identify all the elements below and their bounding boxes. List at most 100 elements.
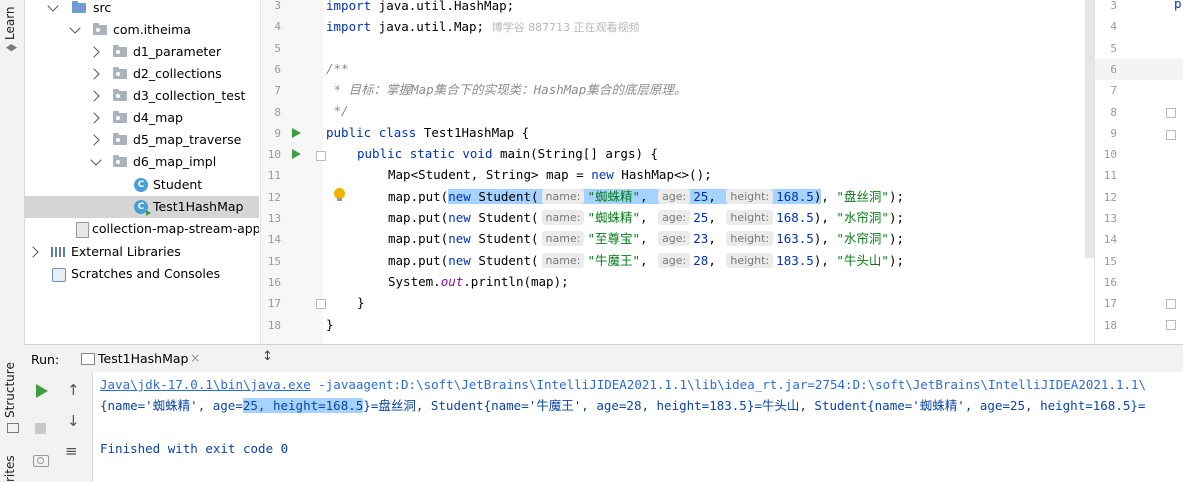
line-number: 12 [1103, 190, 1117, 204]
line-number: 6 [274, 62, 281, 76]
tree-item-com-itheima[interactable]: com.itheima [25, 19, 259, 41]
line-number: 11 [267, 169, 281, 183]
line-number: 12 [267, 190, 281, 204]
line-number: 4 [1110, 20, 1117, 34]
package-icon [113, 111, 127, 123]
scroll-down-icon[interactable]: ↓ [67, 412, 80, 430]
chevron-right-icon[interactable] [88, 68, 100, 80]
tree-item-d5-map-traverse[interactable]: d5_map_traverse [25, 129, 259, 151]
tree-item-label: d4_map [133, 110, 183, 125]
chevron-right-icon[interactable] [88, 90, 100, 102]
code-line-18: } [326, 317, 334, 332]
package-icon [93, 23, 107, 35]
fold-icon[interactable] [1166, 108, 1176, 118]
tree-item-label: d5_map_traverse [133, 132, 242, 147]
fold-icon[interactable] [1166, 320, 1176, 330]
line-number: 11 [1103, 169, 1117, 183]
code-editor[interactable]: import java.util.HashMap; import java.ut… [322, 0, 1094, 344]
line-number: 16 [267, 275, 281, 289]
left-tool-strip: Learn Structure rites [0, 0, 25, 482]
structure-tab[interactable]: Structure [3, 362, 17, 418]
tree-item-d4-map[interactable]: d4_map [25, 107, 259, 129]
code-line-9: public class Test1HashMap { [326, 125, 530, 140]
line-number: 18 [1103, 318, 1117, 332]
chevron-right-icon[interactable] [88, 46, 100, 58]
line-number: 15 [1103, 254, 1117, 268]
package-icon [113, 89, 127, 101]
line-number: 9 [1110, 126, 1117, 140]
chevron-down-icon[interactable] [47, 0, 59, 12]
line-number: 7 [1110, 84, 1117, 98]
chevron-down-icon[interactable] [90, 154, 102, 166]
run-toolbar-right: ↑ ↓ ≡ [58, 372, 93, 482]
chevron-down-icon[interactable] [69, 22, 81, 34]
learn-tab[interactable]: Learn [3, 6, 17, 40]
tree-item-d2-collections[interactable]: d2_collections [25, 63, 259, 85]
tree-item-student[interactable]: C Student [25, 174, 259, 196]
split-editor-pane[interactable]: 3 4 5 6 7 8 9 10 11 12 13 14 15 16 17 18 p [1094, 0, 1183, 344]
line-number: 14 [267, 233, 281, 247]
tree-item-d1-parameter[interactable]: d1_parameter [25, 41, 259, 63]
tree-item-label: com.itheima [113, 22, 191, 37]
line-number: 8 [274, 105, 281, 119]
run-console[interactable]: Java\jdk-17.0.1\bin\java.exe -javaagent:… [93, 372, 1183, 482]
rerun-button[interactable] [36, 384, 48, 398]
fold-icon[interactable] [1166, 130, 1176, 140]
soft-wrap-icon[interactable]: ≡ [65, 442, 78, 460]
tree-item-external-libraries[interactable]: External Libraries [25, 241, 259, 263]
resize-cursor-icon: ↕ [262, 349, 273, 364]
watermark: 博学谷 887713 正在观看视频 [491, 21, 640, 34]
run-toolwindow-header: Run: Test1HashMap × ↕ [24, 344, 1183, 376]
code-line-10: public static void main(String[] args) { [357, 146, 659, 161]
line-number: 10 [267, 148, 281, 162]
favorites-tab[interactable]: rites [3, 455, 17, 482]
scroll-up-icon[interactable]: ↑ [67, 381, 80, 399]
learn-icon [6, 44, 17, 52]
tab-label: Test1HashMap [98, 351, 189, 366]
chevron-right-icon[interactable] [88, 112, 100, 124]
jdk-path-link[interactable]: Java\jdk-17.0.1\bin\java.exe [100, 377, 311, 392]
run-class-icon[interactable] [292, 128, 301, 138]
line-number: 16 [1103, 275, 1117, 289]
project-tree: src com.itheima d1_parameter d2_collecti… [25, 0, 259, 344]
run-label: Run: [31, 352, 60, 367]
scratches-icon [52, 268, 66, 282]
console-line-output: {name='蜘蛛精', age=25, height=168.5}=盘丝洞, … [100, 398, 1146, 413]
tree-item-src[interactable]: src [25, 0, 259, 19]
source-folder-icon [72, 1, 86, 13]
structure-icon [7, 423, 19, 433]
library-icon [51, 247, 65, 257]
line-number: 17 [1103, 297, 1117, 311]
file-icon [76, 222, 89, 238]
code-line-6: /** [326, 61, 349, 76]
console-line-exit: Finished with exit code 0 [100, 441, 289, 456]
tree-item-label: collection-map-stream-app.i [92, 221, 259, 236]
screenshot-icon[interactable] [33, 455, 49, 467]
code-line-7: * 目标：掌握Map集合下的实现类：HashMap集合的底层原理。 [326, 82, 687, 97]
run-main-icon[interactable] [292, 149, 301, 159]
line-number: 8 [1110, 105, 1117, 119]
chevron-right-icon[interactable] [88, 134, 100, 146]
line-number: 5 [274, 41, 281, 55]
tree-item-d6-map-impl[interactable]: d6_map_impl [25, 151, 259, 173]
editor-scrollbar[interactable] [1085, 0, 1094, 258]
code-line-4: import java.util.Map; 博学谷 887713 正在观看视频 [326, 19, 640, 34]
stop-button[interactable] [35, 423, 46, 434]
tree-item-d3-collection-test[interactable]: d3_collection_test [25, 85, 259, 107]
close-tab-icon[interactable]: × [190, 350, 200, 365]
code-line-15: map.put(new Student(name: "牛魔王", age: 28, … [388, 253, 905, 268]
tree-item-iml-file[interactable]: collection-map-stream-app.i [25, 218, 259, 240]
line-number: 4 [274, 20, 281, 34]
console-line-command: Java\jdk-17.0.1\bin\java.exe -javaagent:… [100, 377, 1147, 392]
line-number: 3 [1110, 0, 1117, 12]
tree-item-label: d1_parameter [133, 44, 222, 59]
tree-item-test1hashmap[interactable]: C Test1HashMap [25, 196, 259, 218]
line-number: 3 [274, 0, 281, 12]
chevron-right-icon[interactable] [27, 246, 39, 258]
fold-icon[interactable] [1166, 299, 1176, 309]
code-fragment: p [1174, 0, 1182, 11]
line-number: 5 [1110, 41, 1117, 55]
tree-item-label: d3_collection_test [133, 88, 246, 103]
tree-item-scratches[interactable]: Scratches and Consoles [25, 263, 259, 285]
tree-item-label: d2_collections [133, 66, 222, 81]
